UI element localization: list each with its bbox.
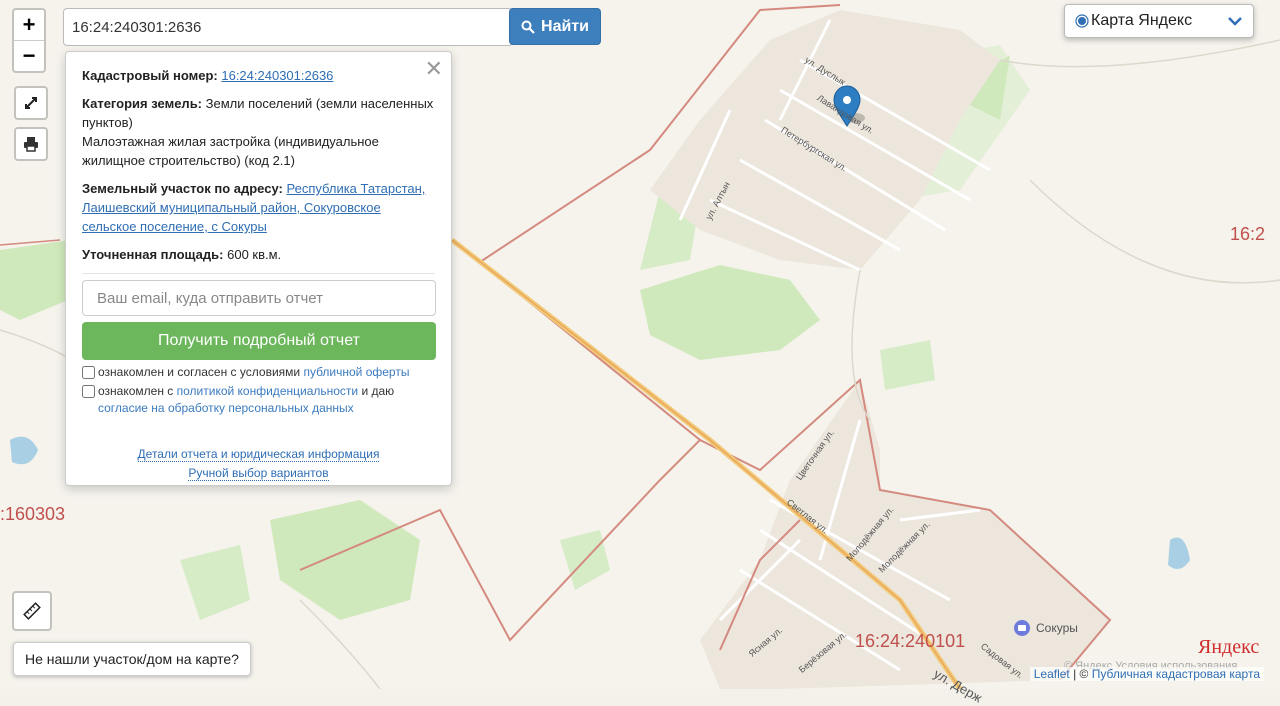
radio-selected-icon <box>1075 14 1089 28</box>
consent-offer-row: ознакомлен и согласен с условиями публич… <box>82 364 435 381</box>
search-input[interactable] <box>63 8 513 46</box>
cadastral-row: Кадастровый номер: 16:24:240301:2636 <box>82 66 435 85</box>
usage-value: Малоэтажная жилая застройка (индивидуаль… <box>82 134 379 168</box>
map-layer-value: Карта Яндекс <box>1091 12 1193 29</box>
consent-offer-text: ознакомлен и согласен с условиями <box>98 365 301 379</box>
area-label: Уточненная площадь: <box>82 247 224 262</box>
map-attribution: Leaflet | © Публичная кадастровая карта <box>1029 667 1264 681</box>
area-value: 600 кв.м. <box>227 247 282 262</box>
close-icon[interactable]: ✕ <box>425 56 443 82</box>
map-layer-select[interactable]: Карта Яндекс <box>1064 4 1254 38</box>
public-offer-link[interactable]: публичной оферты <box>303 365 409 379</box>
cadastral-map-link[interactable]: Публичная кадастровая карта <box>1092 667 1260 681</box>
quarter-label-left: :160303 <box>0 504 66 524</box>
fullscreen-control <box>14 86 48 120</box>
ruler-control <box>12 591 52 631</box>
quarter-label-right: 16:2 <box>1230 224 1266 244</box>
divider <box>82 273 435 274</box>
email-field[interactable] <box>82 280 436 316</box>
report-details-link[interactable]: Детали отчета и юридическая информация <box>137 447 380 462</box>
consent-privacy-checkbox[interactable] <box>82 385 95 398</box>
cadastral-link[interactable]: 16:24:240301:2636 <box>221 68 333 83</box>
fullscreen-icon[interactable] <box>16 88 46 118</box>
consent-privacy-row: ознакомлен с политикой конфиденциальност… <box>82 383 435 417</box>
cadastral-label: Кадастровый номер: <box>82 68 218 83</box>
manual-select-link[interactable]: Ручной выбор вариантов <box>188 466 329 481</box>
personal-data-link[interactable]: согласие на обработку персональных данны… <box>98 401 354 415</box>
category-row: Категория земель: Земли поселений (земли… <box>82 94 435 170</box>
search-button[interactable]: Найти <box>509 8 601 45</box>
search-icon <box>521 20 535 34</box>
zoom-out-button[interactable]: − <box>14 40 44 71</box>
chevron-down-icon <box>1228 17 1242 26</box>
print-icon[interactable] <box>16 129 46 159</box>
leaflet-link[interactable]: Leaflet <box>1034 667 1070 681</box>
address-label: Земельный участок по адресу: <box>82 181 283 196</box>
zoom-in-button[interactable]: + <box>14 10 44 40</box>
consent-privacy-text: ознакомлен с <box>98 384 174 398</box>
parcel-info-popup: ✕ Кадастровый номер: 16:24:240301:2636 К… <box>65 51 452 486</box>
consent-offer-checkbox[interactable] <box>82 366 95 379</box>
not-found-button[interactable]: Не нашли участок/дом на карте? <box>13 642 251 676</box>
category-label: Категория земель: <box>82 96 203 111</box>
attribution-sep: | © <box>1069 667 1092 681</box>
print-control <box>14 127 48 161</box>
get-report-button[interactable]: Получить подробный отчет <box>82 322 436 360</box>
consent-privacy-mid: и даю <box>361 384 395 398</box>
privacy-policy-link[interactable]: политикой конфиденциальности <box>177 384 358 398</box>
popup-footer-links: Детали отчета и юридическая информация Р… <box>82 445 435 483</box>
zoom-control: + − <box>12 8 46 73</box>
search-button-label: Найти <box>541 17 589 35</box>
quarter-label-bottom: 16:24:240101 <box>855 631 966 651</box>
address-row: Земельный участок по адресу: Республика … <box>82 179 435 236</box>
yandex-logo: Яндекс <box>1198 636 1260 658</box>
ruler-icon[interactable] <box>14 593 50 629</box>
area-row: Уточненная площадь: 600 кв.м. <box>82 245 435 264</box>
village-label: Сокуры <box>1036 621 1078 635</box>
